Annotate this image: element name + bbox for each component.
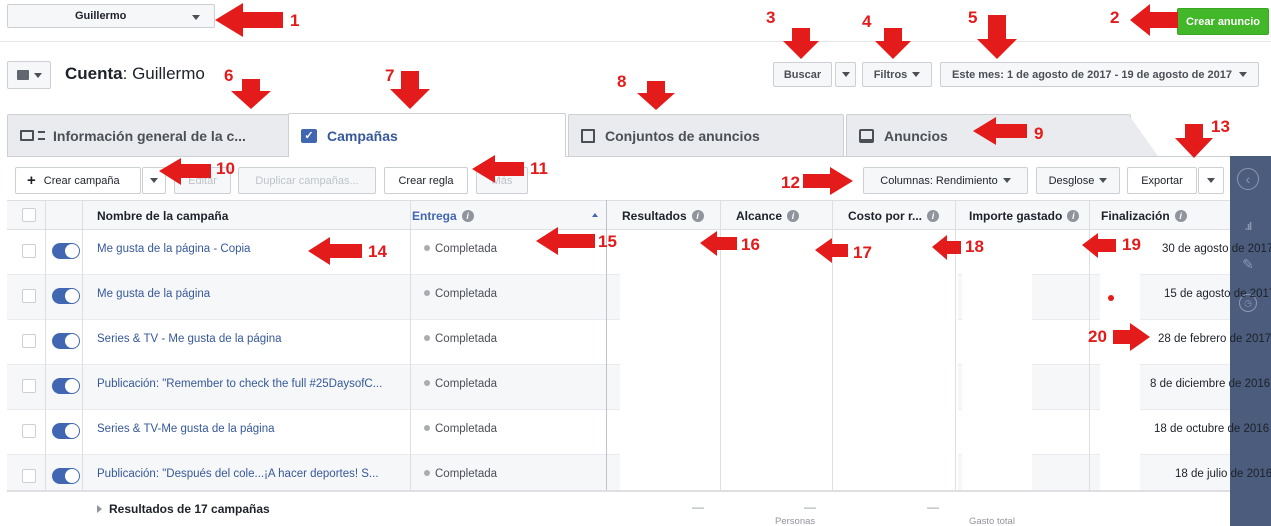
left-arrow-icon — [536, 227, 595, 255]
annotation-1: 1 — [290, 11, 300, 30]
down-arrow-icon — [637, 81, 675, 110]
annotation-17: 17 — [853, 243, 872, 262]
annotation-5: 5 — [968, 8, 978, 27]
left-arrow-icon — [215, 3, 283, 37]
down-arrow-icon — [783, 28, 819, 59]
annotation-9: 9 — [1034, 124, 1044, 143]
annotation-layer — [159, 3, 1213, 351]
left-arrow-icon — [815, 238, 848, 263]
annotation-13: 13 — [1211, 117, 1230, 136]
annotation-19: 19 — [1122, 235, 1141, 254]
left-arrow-icon — [1082, 233, 1116, 258]
left-arrow-icon — [973, 117, 1027, 145]
down-arrow-icon — [977, 15, 1017, 59]
left-arrow-icon — [1130, 4, 1178, 36]
down-arrow-icon — [390, 71, 430, 109]
left-arrow-icon — [159, 158, 211, 185]
annotation-10: 10 — [216, 159, 235, 178]
annotation-7: 7 — [385, 66, 395, 85]
annotation-14: 14 — [368, 242, 387, 261]
annotation-8: 8 — [617, 72, 627, 91]
down-arrow-icon — [875, 28, 911, 59]
annotation-15: 15 — [598, 232, 617, 251]
annotation-3: 3 — [766, 8, 776, 27]
annotation-18: 18 — [965, 237, 984, 256]
annotation-16: 16 — [741, 235, 760, 254]
down-arrow-icon — [231, 79, 271, 109]
annotation-11: 11 — [530, 159, 548, 178]
right-arrow-icon — [803, 167, 853, 195]
annotation-12: 12 — [781, 173, 800, 192]
right-arrow-icon — [1113, 323, 1150, 351]
left-arrow-icon — [308, 237, 362, 265]
left-arrow-icon — [932, 235, 961, 260]
left-arrow-icon — [700, 231, 737, 256]
left-arrow-icon — [472, 155, 524, 183]
red-dot-icon — [1108, 295, 1114, 301]
annotation-4: 4 — [862, 12, 872, 31]
annotation-6: 6 — [224, 66, 234, 85]
annotation-20: 20 — [1088, 327, 1107, 346]
annotation-2: 2 — [1110, 8, 1120, 27]
down-arrow-icon — [1175, 124, 1213, 158]
